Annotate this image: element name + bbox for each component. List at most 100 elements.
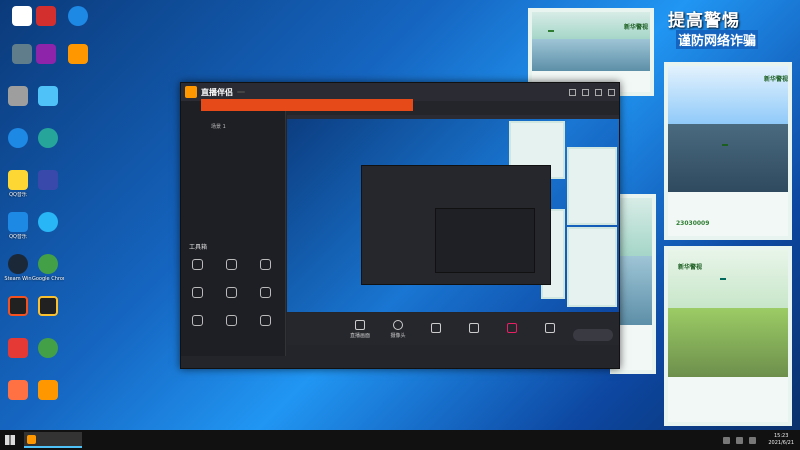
desktop-icon[interactable] bbox=[32, 212, 64, 234]
tool-item[interactable] bbox=[217, 259, 245, 272]
control-panel-icon bbox=[8, 86, 28, 106]
clock[interactable]: 15:23 2021/6/21 bbox=[768, 433, 794, 447]
app-icon bbox=[36, 44, 56, 64]
game-icon bbox=[8, 338, 28, 358]
desktop-icon[interactable] bbox=[32, 296, 64, 318]
toolbox-title: 工具箱 bbox=[189, 244, 208, 251]
poster-banner bbox=[722, 143, 728, 146]
tool-item[interactable] bbox=[183, 315, 211, 328]
poster-banner bbox=[548, 30, 554, 32]
screen-capture-button[interactable]: 直播画面 bbox=[347, 319, 373, 339]
phone-icon bbox=[431, 323, 441, 333]
tool-item[interactable] bbox=[217, 315, 245, 328]
tool-item[interactable] bbox=[183, 287, 211, 300]
app-icon bbox=[36, 6, 56, 26]
minimize-icon[interactable] bbox=[582, 88, 589, 96]
tool-item[interactable] bbox=[251, 259, 279, 272]
poster-2: 新华警视 23030009 bbox=[664, 62, 792, 240]
desktop-icon[interactable] bbox=[2, 296, 34, 318]
app-icon bbox=[68, 6, 88, 26]
game-icon bbox=[8, 380, 28, 400]
desktop-icon[interactable] bbox=[2, 380, 34, 402]
app-logo-icon bbox=[185, 86, 197, 98]
cloud-icon bbox=[38, 212, 58, 232]
maximize-icon[interactable] bbox=[595, 88, 602, 96]
chrome-icon bbox=[38, 338, 58, 358]
volume-icon[interactable] bbox=[736, 436, 744, 444]
poster-4: 新华警视 bbox=[664, 246, 792, 426]
poster-main-subtitle: 谨防网络诈骗 bbox=[676, 30, 759, 49]
desktop-icon[interactable] bbox=[32, 170, 64, 192]
desktop-icon[interactable] bbox=[32, 86, 64, 108]
mic-button[interactable] bbox=[499, 323, 525, 335]
live-companion-icon bbox=[27, 434, 36, 444]
desktop-icon[interactable]: QQ音乐 bbox=[2, 212, 34, 240]
speaker-icon bbox=[545, 323, 555, 333]
scene-label[interactable]: 场景 1 bbox=[211, 123, 226, 130]
windows-icon bbox=[5, 435, 15, 445]
tool-icon bbox=[259, 287, 271, 298]
phone-cast-button[interactable] bbox=[423, 323, 449, 335]
poster-title: 新华警视 bbox=[624, 24, 649, 31]
poster-title: 新华警视 bbox=[764, 76, 789, 83]
taskbar: 15:23 2021/6/21 bbox=[0, 430, 800, 450]
app-icon bbox=[38, 128, 58, 148]
tool-item[interactable] bbox=[217, 287, 245, 300]
desktop-icon[interactable] bbox=[30, 6, 62, 28]
tool-item[interactable] bbox=[183, 259, 211, 272]
desktop-icon[interactable] bbox=[2, 86, 34, 108]
tool-item[interactable] bbox=[251, 287, 279, 300]
live-companion-window[interactable]: 直播伴侣 场景 1 工具箱 直播画面 摄像头 bbox=[180, 82, 620, 369]
desktop-icon[interactable] bbox=[62, 44, 94, 66]
bottom-toolbar: 直播画面 摄像头 bbox=[287, 313, 619, 345]
qq-music-icon bbox=[8, 212, 28, 232]
camera-icon bbox=[393, 319, 403, 330]
desktop-icon[interactable]: Google Chrome bbox=[32, 254, 64, 282]
start-button[interactable] bbox=[0, 430, 20, 450]
settings-icon[interactable] bbox=[569, 88, 576, 96]
taskbar-app[interactable] bbox=[24, 432, 82, 448]
battery-icon[interactable] bbox=[749, 436, 757, 444]
desktop: QQ音乐 QQ音乐 Steam Win Google Chrome 提高警惕 谨… bbox=[0, 0, 800, 430]
steam-icon bbox=[8, 254, 28, 274]
chrome-icon bbox=[38, 254, 58, 274]
notice-banner[interactable] bbox=[201, 99, 413, 111]
tool-icon bbox=[191, 287, 203, 298]
camera-button[interactable]: 摄像头 bbox=[385, 319, 411, 339]
app-title: 直播伴侣 bbox=[201, 87, 233, 97]
desktop-icon[interactable] bbox=[2, 338, 34, 360]
desktop-icon[interactable] bbox=[32, 380, 64, 402]
desktop-icon[interactable] bbox=[32, 338, 64, 360]
desktop-icon[interactable]: QQ音乐 bbox=[2, 170, 34, 198]
system-tray: 15:23 2021/6/21 bbox=[723, 433, 800, 447]
wifi-icon[interactable] bbox=[723, 436, 731, 444]
desktop-icon[interactable] bbox=[32, 128, 64, 150]
microphone-icon bbox=[507, 323, 517, 333]
speaker-button[interactable] bbox=[537, 323, 563, 335]
video-button[interactable] bbox=[461, 323, 487, 335]
tool-item[interactable] bbox=[251, 315, 279, 328]
tool-icon bbox=[225, 315, 237, 326]
desktop-icon[interactable] bbox=[2, 128, 34, 150]
nested-preview-window bbox=[435, 208, 535, 273]
preview-poster bbox=[567, 227, 617, 307]
preview-poster bbox=[567, 147, 617, 225]
desktop-icon[interactable] bbox=[62, 6, 94, 28]
poster-number: 23030009 bbox=[676, 219, 710, 227]
desktop-icon[interactable]: Steam Win bbox=[2, 254, 34, 282]
computer-icon bbox=[12, 44, 32, 64]
tool-icon bbox=[191, 315, 203, 326]
media-player-icon bbox=[38, 86, 58, 106]
tool-icon bbox=[191, 259, 203, 270]
game-icon bbox=[38, 170, 58, 190]
desktop-icon[interactable] bbox=[30, 44, 62, 66]
edge-icon bbox=[8, 128, 28, 148]
monitor-icon bbox=[355, 319, 365, 330]
poster-main-title: 提高警惕 bbox=[668, 11, 740, 31]
close-icon[interactable] bbox=[608, 88, 615, 96]
tool-icon bbox=[259, 259, 271, 270]
start-live-button[interactable] bbox=[573, 329, 613, 341]
qq-music-icon bbox=[8, 170, 28, 190]
tool-icon bbox=[225, 259, 237, 270]
video-icon bbox=[469, 323, 479, 333]
